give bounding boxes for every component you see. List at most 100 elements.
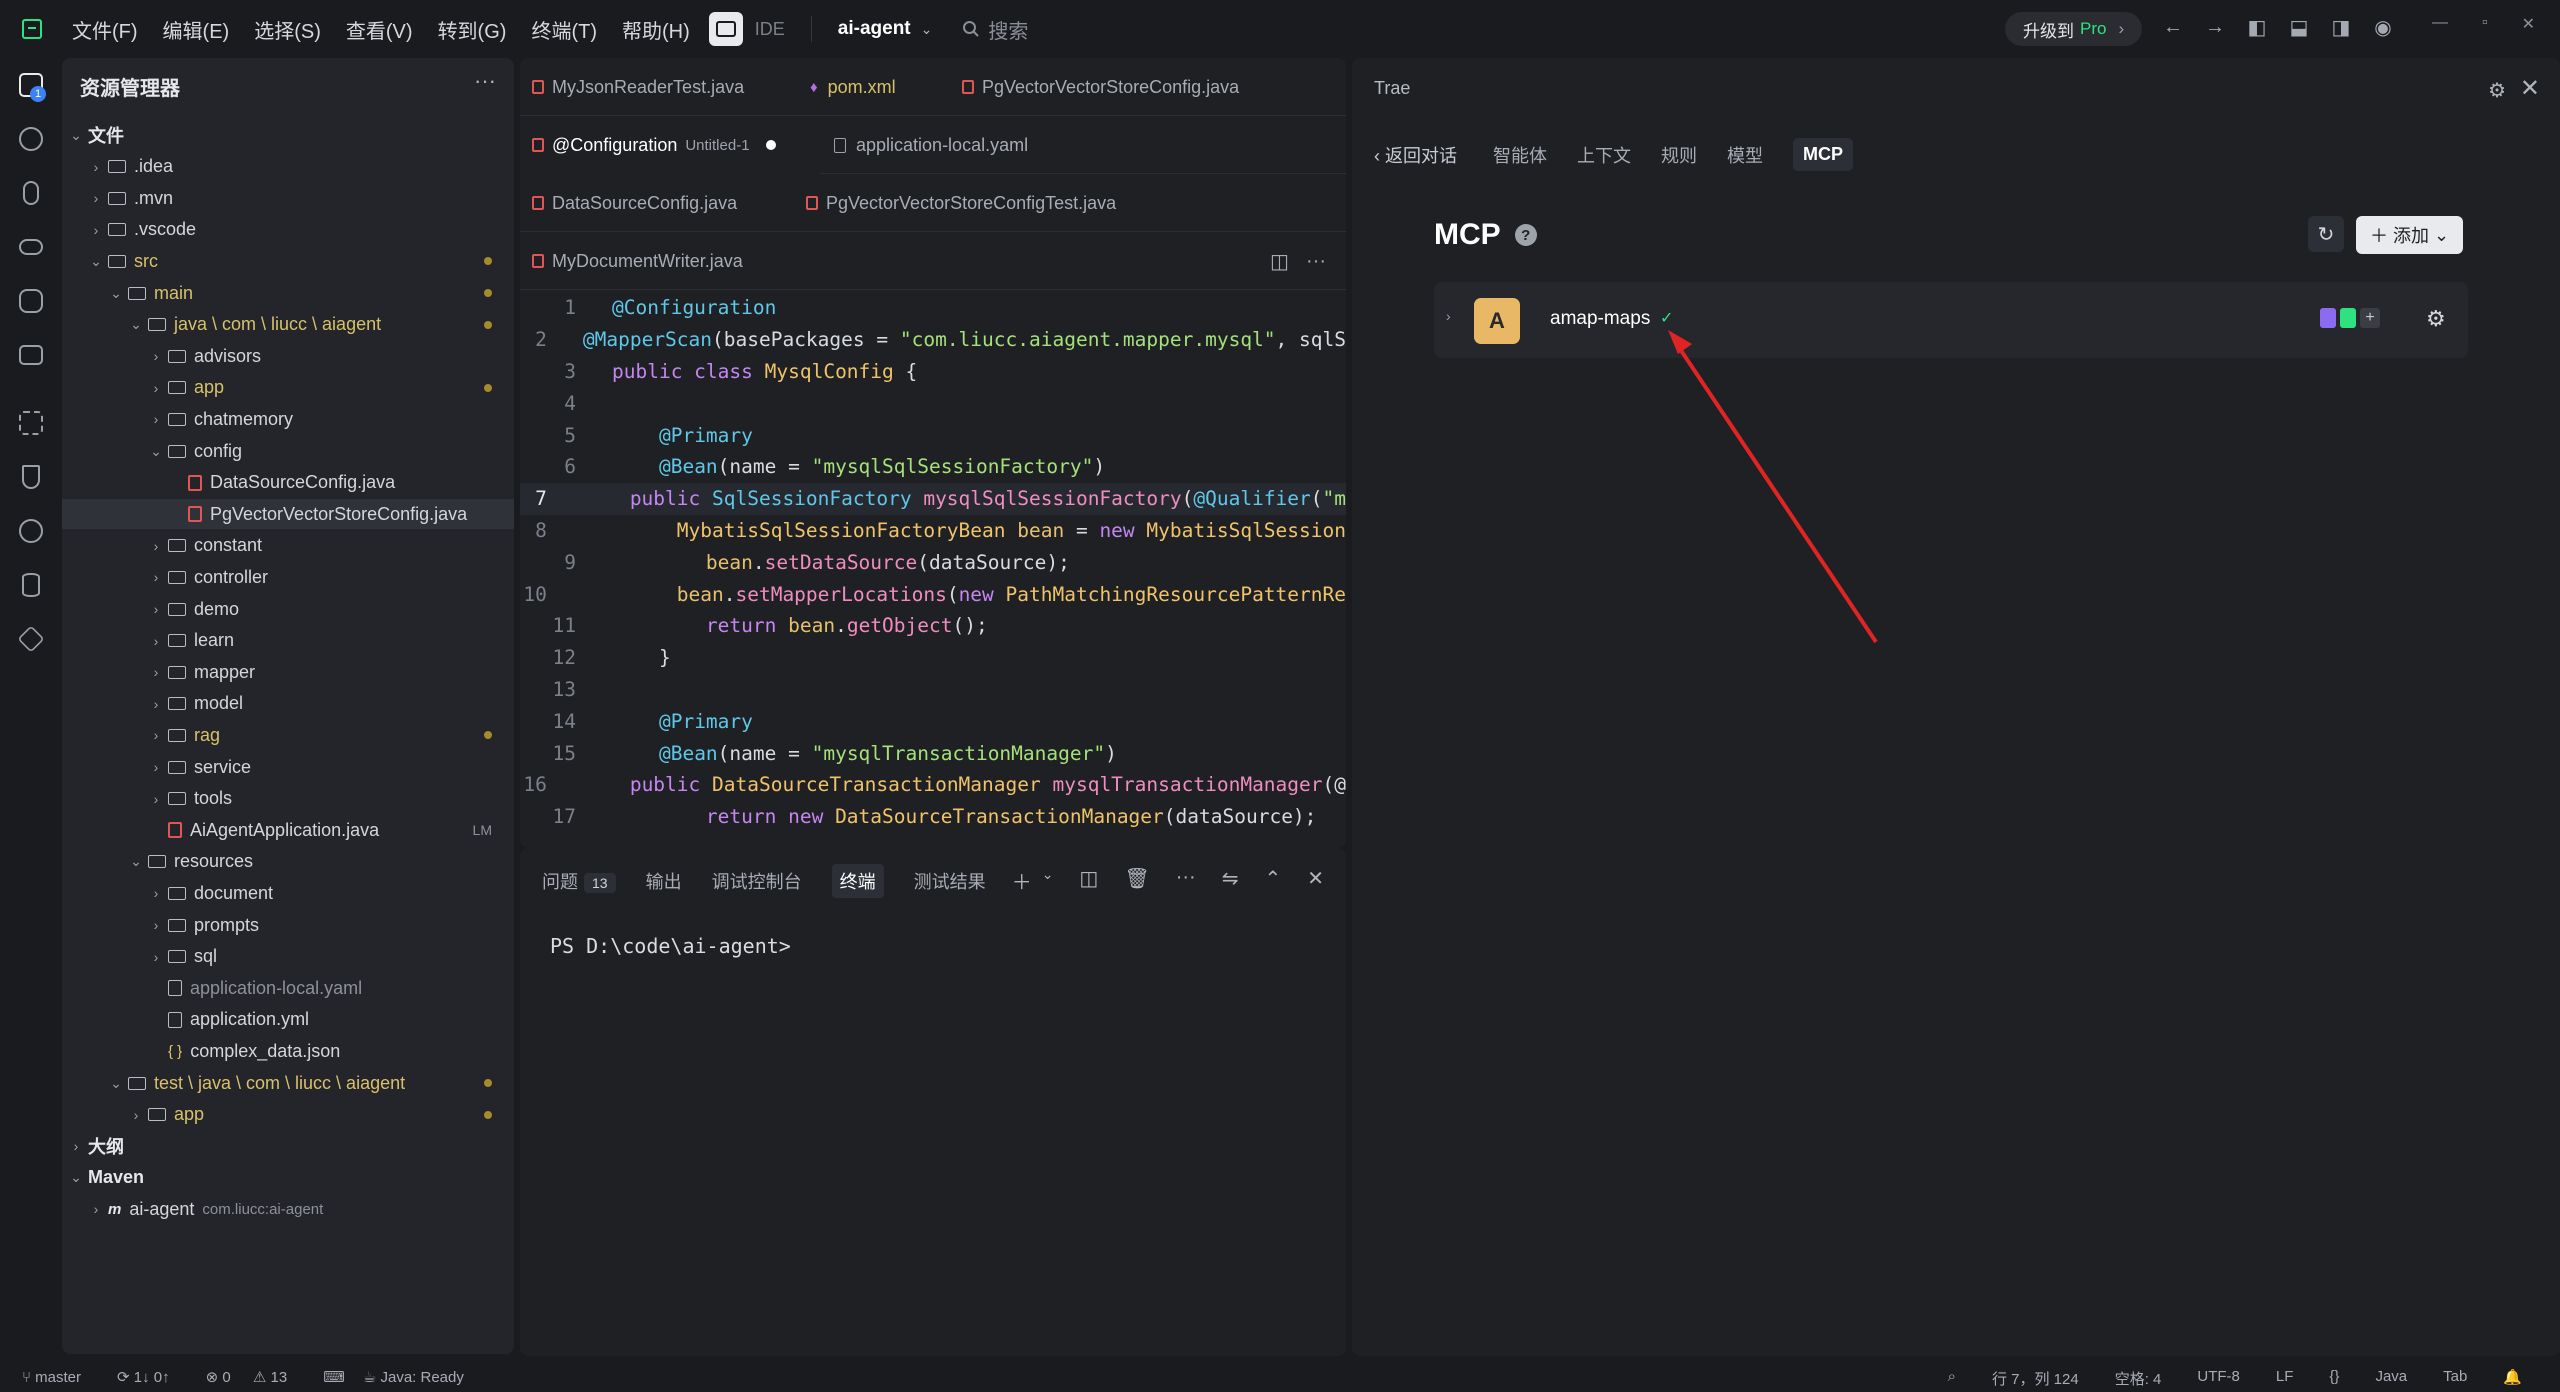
eye-icon[interactable] bbox=[14, 230, 48, 264]
code-line[interactable]: 3 public class MysqlConfig { bbox=[520, 356, 1346, 388]
source-control-icon[interactable] bbox=[14, 176, 48, 210]
extensions-icon[interactable] bbox=[14, 406, 48, 440]
code-line[interactable]: 2 @MapperScan(basePackages = "com.liucc.a… bbox=[520, 324, 1346, 356]
maximize-icon[interactable]: ▫ bbox=[2482, 14, 2488, 34]
tab-pgvectorvectorstoreconfigtest[interactable]: PgVectorVectorStoreConfigTest.java bbox=[806, 174, 1136, 232]
tree-item[interactable]: › demo bbox=[62, 594, 514, 624]
tree-item[interactable]: › service bbox=[62, 752, 514, 782]
menu-item[interactable]: 查看(V) bbox=[346, 15, 413, 44]
tab-mcp[interactable]: MCP bbox=[1793, 138, 1853, 171]
tree-section[interactable]: › 大纲 bbox=[62, 1131, 514, 1161]
tree-item[interactable]: › model bbox=[62, 689, 514, 719]
tree-item[interactable]: › sql bbox=[62, 942, 514, 972]
code-line[interactable]: 16 public DataSourceTransactionManager m… bbox=[520, 769, 1346, 801]
code-line[interactable]: 10 bean.setMapperLocations(new PathMatch… bbox=[520, 578, 1346, 610]
code-line[interactable]: 7 public SqlSessionFactory mysqlSqlSessi… bbox=[520, 482, 1346, 515]
tab-models[interactable]: 模型 bbox=[1727, 142, 1763, 168]
project-switcher[interactable]: ai-agent bbox=[838, 18, 911, 40]
branch-status[interactable]: ⑂ master bbox=[22, 1369, 99, 1386]
tab-configuration-untitled[interactable]: @Configuration Untitled-1 bbox=[520, 116, 820, 174]
chevron-right-icon[interactable]: › bbox=[1446, 308, 1451, 324]
terminal-prompt[interactable]: PS D:\code\ai-agent> bbox=[550, 934, 791, 958]
code-line[interactable]: 15 @Bean(name = "mysqlTransactionManager… bbox=[520, 737, 1346, 769]
tree-item[interactable]: › .vscode bbox=[62, 215, 514, 245]
tab-agent[interactable]: 智能体 bbox=[1493, 142, 1547, 168]
code-line[interactable]: 12 } bbox=[520, 642, 1346, 674]
minimize-icon[interactable]: — bbox=[2432, 14, 2448, 34]
sync-status[interactable]: ⟳ 1↓ 0↑ bbox=[117, 1368, 188, 1386]
tab-test-results[interactable]: 测试结果 bbox=[914, 868, 986, 894]
code-line[interactable]: 14 @Primary bbox=[520, 705, 1346, 737]
tree-item[interactable]: ⌄ resources bbox=[62, 847, 514, 877]
close-icon[interactable]: ✕ bbox=[2520, 74, 2540, 103]
encoding-status[interactable]: UTF-8 bbox=[2197, 1368, 2240, 1389]
tab-pgvectorvectorstoreconfig[interactable]: PgVectorVectorStoreConfig.java bbox=[962, 58, 1292, 116]
menu-item[interactable]: 帮助(H) bbox=[622, 15, 690, 44]
tree-item[interactable]: › .idea bbox=[62, 152, 514, 182]
explorer-icon[interactable]: 1 bbox=[14, 68, 48, 102]
maximize-panel-icon[interactable]: ⌃ bbox=[1264, 866, 1281, 895]
java-status[interactable]: ☕ Java: Ready bbox=[363, 1368, 482, 1386]
tree-item[interactable]: › tools bbox=[62, 784, 514, 814]
close-window-icon[interactable]: ✕ bbox=[2522, 14, 2535, 34]
more-actions-icon[interactable]: ··· bbox=[1306, 232, 1336, 290]
tree-item[interactable]: › app bbox=[62, 373, 514, 403]
tree-item[interactable]: › .mvn bbox=[62, 183, 514, 213]
code-line[interactable]: 17 return new DataSourceTransactionManag… bbox=[520, 801, 1346, 833]
tab-debug-console[interactable]: 调试控制台 bbox=[712, 868, 802, 894]
split-terminal-icon[interactable]: ◫ bbox=[1079, 866, 1098, 895]
tree-item[interactable]: DataSourceConfig.java bbox=[62, 468, 514, 498]
ide-mode-icon[interactable] bbox=[708, 12, 743, 46]
more-actions-icon[interactable]: ··· bbox=[474, 68, 496, 94]
tab-pom[interactable]: ♦ pom.xml bbox=[810, 58, 920, 116]
tree-item[interactable]: ⌄ src bbox=[62, 246, 514, 276]
tab-rules[interactable]: 规则 bbox=[1661, 142, 1697, 168]
forward-arrow-icon[interactable]: → bbox=[2202, 14, 2228, 40]
account-icon[interactable]: ◉ bbox=[2370, 14, 2396, 40]
tab-myjsonreadertest[interactable]: MyJsonReaderTest.java bbox=[520, 58, 770, 116]
menu-item[interactable]: 选择(S) bbox=[254, 15, 321, 44]
remote-icon[interactable] bbox=[14, 338, 48, 372]
tree-item[interactable]: › document bbox=[62, 878, 514, 908]
tab-context[interactable]: 上下文 bbox=[1577, 142, 1631, 168]
back-to-chat-button[interactable]: ‹ 返回对话 bbox=[1374, 142, 1457, 168]
tree-item[interactable]: › chatmemory bbox=[62, 404, 514, 434]
close-panel-icon[interactable]: ✕ bbox=[1307, 866, 1324, 895]
tree-item[interactable]: › constant bbox=[62, 531, 514, 561]
indent-status[interactable]: 空格: 4 bbox=[2115, 1368, 2162, 1389]
tree-item[interactable]: › learn bbox=[62, 626, 514, 656]
toggle-panel-icon[interactable]: ⬓ bbox=[2286, 14, 2312, 40]
keyboard-icon[interactable]: ⌨ bbox=[323, 1368, 345, 1386]
tree-section[interactable]: ⌄ 文件 bbox=[62, 120, 514, 150]
add-mcp-button[interactable]: ＋ 添加 ⌄ bbox=[2356, 216, 2464, 254]
tree-item[interactable]: ⌄ config bbox=[62, 436, 514, 466]
tab-problems[interactable]: 问题 13 bbox=[542, 868, 616, 894]
tree-item[interactable]: PgVectorVectorStoreConfig.java bbox=[62, 499, 514, 530]
code-line[interactable]: 8 MybatisSqlSessionFactoryBean bean = ne… bbox=[520, 515, 1346, 547]
tab-application-local-yaml[interactable]: application-local.yaml bbox=[834, 116, 1074, 174]
code-line[interactable]: 9 bean.setDataSource(dataSource); bbox=[520, 546, 1346, 578]
tree-item[interactable]: application-local.yaml bbox=[62, 973, 514, 1003]
code-line[interactable]: 13 bbox=[520, 674, 1346, 706]
back-arrow-icon[interactable]: ← bbox=[2160, 14, 2186, 40]
menu-item[interactable]: 转到(G) bbox=[438, 15, 507, 44]
tab-status[interactable]: Tab bbox=[2443, 1368, 2467, 1389]
eol-status[interactable]: LF bbox=[2276, 1368, 2294, 1389]
cursor-position[interactable]: 行 7，列 124 bbox=[1992, 1368, 2079, 1389]
mcp-server-item[interactable]: › A amap-maps ✓ + ⚙ bbox=[1434, 282, 2468, 358]
tree-item[interactable]: { } complex_data.json bbox=[62, 1036, 514, 1066]
tune-icon[interactable]: ⇋ bbox=[1222, 866, 1239, 895]
code-line[interactable]: 11 return bean.getObject(); bbox=[520, 610, 1346, 642]
menu-item[interactable]: 终端(T) bbox=[531, 15, 597, 44]
more-actions-icon[interactable]: ··· bbox=[1176, 866, 1196, 895]
tree-item[interactable]: › advisors bbox=[62, 341, 514, 371]
trash-icon[interactable]: 🗑 bbox=[1124, 866, 1149, 895]
tab-output[interactable]: 输出 bbox=[646, 868, 682, 894]
testing-flask-icon[interactable] bbox=[14, 460, 48, 494]
springboot-icon[interactable] bbox=[14, 514, 48, 548]
tree-item[interactable]: › m ai-agent com.liucc:ai-agent bbox=[62, 1194, 514, 1224]
tree-item[interactable]: › controller bbox=[62, 562, 514, 592]
language-status[interactable]: Java bbox=[2375, 1368, 2407, 1389]
chevron-down-icon[interactable]: ⌄ bbox=[921, 21, 933, 38]
menu-item[interactable]: 文件(F) bbox=[72, 15, 138, 44]
